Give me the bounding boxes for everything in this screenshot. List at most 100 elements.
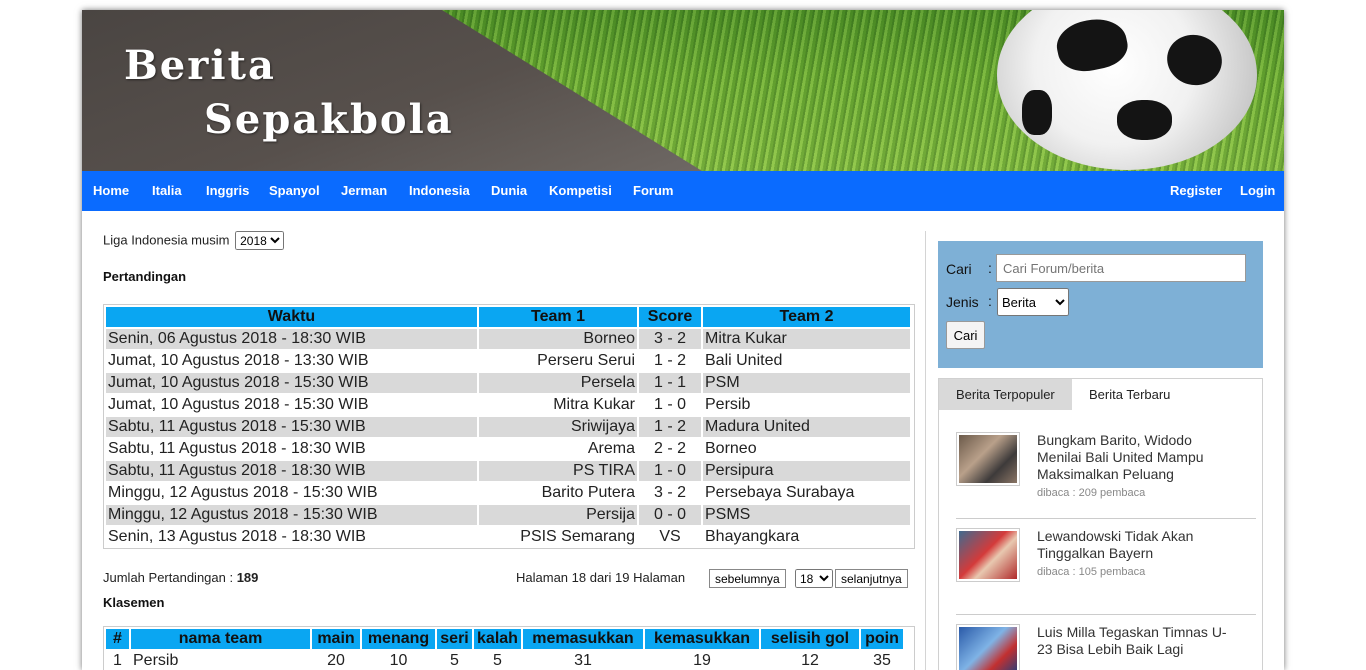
- page-container: Berita Sepakbola Home Italia Inggris Spa…: [82, 10, 1284, 670]
- match-team1: Arema: [587, 440, 635, 457]
- col-rank: #: [106, 629, 129, 649]
- match-count-label: Jumlah Pertandingan :: [103, 570, 237, 585]
- match-team2: Bali United: [705, 352, 783, 369]
- match-row: Senin, 06 Agustus 2018 - 18:30 WIB Borneo…: [106, 329, 910, 349]
- match-row: Sabtu, 11 Agustus 2018 - 18:30 WIB Arema 2…: [106, 439, 910, 459]
- search-colon: :: [988, 260, 992, 276]
- match-team2: Mitra Kukar: [703, 329, 910, 349]
- standings-table-container: # nama team main menang seri kalah memas…: [103, 626, 915, 670]
- match-team2: Persipura: [703, 461, 910, 481]
- nav-jerman[interactable]: Jerman: [341, 171, 387, 211]
- match-team1: Perseru Serui: [537, 352, 635, 369]
- match-time: Minggu, 12 Agustus 2018 - 15:30 WIB: [108, 484, 378, 501]
- news-thumbnail[interactable]: [956, 528, 1020, 582]
- page-info: Halaman 18 dari 19 Halaman: [516, 570, 686, 585]
- jenis-label: Jenis: [946, 294, 979, 310]
- match-score: 3 - 2: [639, 329, 701, 349]
- match-row: Minggu, 12 Agustus 2018 - 15:30 WIB Persi…: [106, 505, 910, 525]
- col-selisih: selisih gol: [761, 629, 859, 649]
- match-time: Jumat, 10 Agustus 2018 - 13:30 WIB: [108, 352, 369, 369]
- match-team1: PS TIRA: [479, 461, 637, 481]
- matches-table-container: Waktu Team 1 Score Team 2 Senin, 06 Agus…: [103, 304, 915, 549]
- match-row: Jumat, 10 Agustus 2018 - 15:30 WIB Mitra …: [106, 395, 910, 415]
- match-row: Minggu, 12 Agustus 2018 - 15:30 WIB Barit…: [106, 483, 910, 503]
- jenis-colon: :: [988, 293, 992, 309]
- standings-table: # nama team main menang seri kalah memas…: [104, 627, 905, 670]
- matches-table: Waktu Team 1 Score Team 2 Senin, 06 Agus…: [104, 305, 912, 549]
- nav-kompetisi[interactable]: Kompetisi: [549, 171, 612, 211]
- match-score: VS: [659, 528, 681, 545]
- nav-register[interactable]: Register: [1170, 171, 1222, 211]
- match-score: 0 - 0: [639, 505, 701, 525]
- col-kalah: kalah: [474, 629, 521, 649]
- match-score: 1 - 2: [653, 352, 686, 369]
- tab-berita-terbaru[interactable]: Berita Terbaru: [1072, 379, 1187, 410]
- match-score: 1 - 2: [639, 417, 701, 437]
- search-input[interactable]: [996, 254, 1246, 282]
- news-divider: [956, 614, 1256, 615]
- search-panel: Cari : Jenis : Berita Cari: [938, 241, 1263, 368]
- tab-berita-terpopuler[interactable]: Berita Terpopuler: [939, 379, 1072, 410]
- nav-login[interactable]: Login: [1240, 171, 1275, 211]
- jenis-select[interactable]: Berita: [997, 288, 1069, 316]
- match-count: Jumlah Pertandingan : 189: [103, 570, 258, 585]
- match-row: Jumat, 10 Agustus 2018 - 13:30 WIB Perser…: [106, 351, 910, 371]
- search-button[interactable]: Cari: [946, 321, 985, 349]
- search-label: Cari: [946, 261, 972, 277]
- site-title-line2: Sepakbola: [204, 96, 454, 143]
- col-seri: seri: [437, 629, 472, 649]
- news-meta: dibaca : 209 pembaca: [1037, 487, 1146, 499]
- match-score: 2 - 2: [653, 440, 686, 457]
- nav-dunia[interactable]: Dunia: [491, 171, 527, 211]
- season-label: Liga Indonesia musim: [103, 232, 230, 248]
- news-thumbnail[interactable]: [956, 624, 1020, 670]
- col-team2: Team 2: [703, 307, 910, 327]
- standings-title: Klasemen: [103, 595, 165, 610]
- match-time: Sabtu, 11 Agustus 2018 - 15:30 WIB: [106, 417, 477, 437]
- col-poin: poin: [861, 629, 903, 649]
- match-row: Sabtu, 11 Agustus 2018 - 18:30 WIB PS TIR…: [106, 461, 910, 481]
- match-team1: PSIS Semarang: [520, 528, 635, 545]
- col-waktu: Waktu: [106, 307, 477, 327]
- nav-forum[interactable]: Forum: [633, 171, 673, 211]
- news-title[interactable]: Lewandowski Tidak Akan Tinggalkan Bayern: [1037, 528, 1237, 562]
- match-team2: Madura United: [703, 417, 910, 437]
- match-count-value: 189: [236, 570, 259, 585]
- news-tabs-panel: Berita Terpopuler Berita Terbaru Bungkam…: [938, 378, 1263, 670]
- col-score: Score: [639, 307, 701, 327]
- match-score: 3 - 2: [653, 484, 686, 501]
- match-team2: PSM: [703, 373, 910, 393]
- match-team1: Mitra Kukar: [553, 396, 635, 413]
- match-team1: Barito Putera: [541, 484, 635, 501]
- col-main: main: [312, 629, 360, 649]
- match-time: Senin, 13 Agustus 2018 - 18:30 WIB: [108, 528, 366, 545]
- match-row: Jumat, 10 Agustus 2018 - 15:30 WIB Persel…: [106, 373, 910, 393]
- match-team2: Persebaya Surabaya: [705, 484, 855, 501]
- match-score: 1 - 1: [639, 373, 701, 393]
- match-team1: Persija: [479, 505, 637, 525]
- season-select[interactable]: 2018: [235, 231, 285, 250]
- match-time: Sabtu, 11 Agustus 2018 - 18:30 WIB: [108, 440, 366, 457]
- match-row: Sabtu, 11 Agustus 2018 - 15:30 WIB Sriwij…: [106, 417, 910, 437]
- next-page-button[interactable]: selanjutnya: [835, 569, 908, 588]
- prev-page-button[interactable]: sebelumnya: [709, 569, 786, 588]
- nav-inggris[interactable]: Inggris: [206, 171, 249, 211]
- season-filter: Liga Indonesia musim 2018: [103, 231, 285, 250]
- col-kemasukkan: kemasukkan: [645, 629, 759, 649]
- column-divider: [925, 231, 926, 670]
- news-title[interactable]: Luis Milla Tegaskan Timnas U-23 Bisa Leb…: [1037, 624, 1237, 658]
- match-time: Jumat, 10 Agustus 2018 - 15:30 WIB: [106, 373, 477, 393]
- site-title-line1: Berita: [124, 42, 276, 89]
- news-meta: dibaca : 105 pembaca: [1037, 566, 1146, 578]
- news-title[interactable]: Bungkam Barito, Widodo Menilai Bali Unit…: [1037, 432, 1237, 483]
- nav-italia[interactable]: Italia: [152, 171, 182, 211]
- col-menang: menang: [362, 629, 435, 649]
- page-select[interactable]: 18: [795, 569, 833, 588]
- news-divider: [956, 518, 1256, 519]
- nav-indonesia[interactable]: Indonesia: [409, 171, 470, 211]
- match-team1: Sriwijaya: [479, 417, 637, 437]
- nav-spanyol[interactable]: Spanyol: [269, 171, 320, 211]
- nav-home[interactable]: Home: [93, 171, 129, 211]
- match-team2: Borneo: [705, 440, 757, 457]
- news-thumbnail[interactable]: [956, 432, 1020, 486]
